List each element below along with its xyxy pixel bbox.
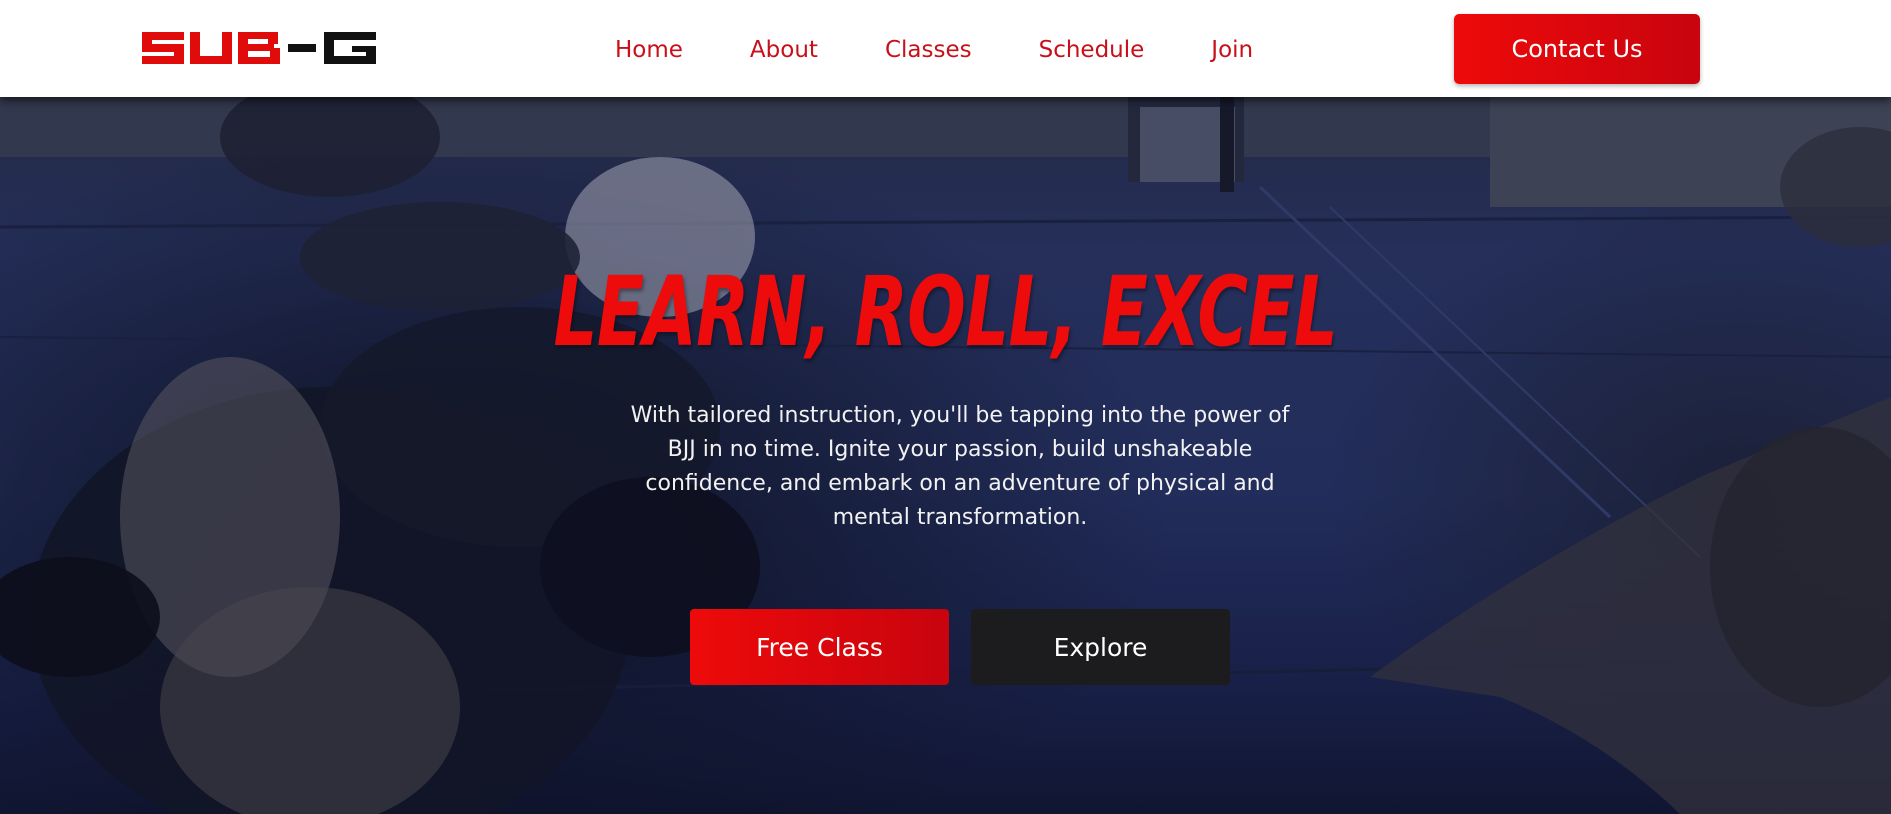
- nav-join-link[interactable]: Join: [1211, 37, 1253, 63]
- contact-us-button[interactable]: Contact Us: [1454, 14, 1700, 84]
- logo-wordmark: [142, 32, 376, 64]
- hero-section: LEARN, ROLL, EXCEL With tailored instruc…: [0, 97, 1891, 814]
- nav-schedule-link[interactable]: Schedule: [1039, 37, 1145, 63]
- nav-classes-link[interactable]: Classes: [885, 37, 972, 63]
- explore-button[interactable]: Explore: [971, 609, 1230, 685]
- hero-content: LEARN, ROLL, EXCEL With tailored instruc…: [0, 97, 1891, 814]
- sub-g-logo[interactable]: [140, 30, 378, 66]
- site-header: Home About Classes Schedule Join Contact…: [0, 0, 1891, 97]
- hero-description: With tailored instruction, you'll be tap…: [630, 403, 1290, 530]
- nav-home-link[interactable]: Home: [615, 37, 683, 63]
- hero-title: LEARN, ROLL, EXCEL: [553, 256, 1338, 368]
- main-nav: Home About Classes Schedule Join: [615, 33, 1253, 67]
- free-class-button[interactable]: Free Class: [690, 609, 949, 685]
- nav-about-link[interactable]: About: [750, 37, 818, 63]
